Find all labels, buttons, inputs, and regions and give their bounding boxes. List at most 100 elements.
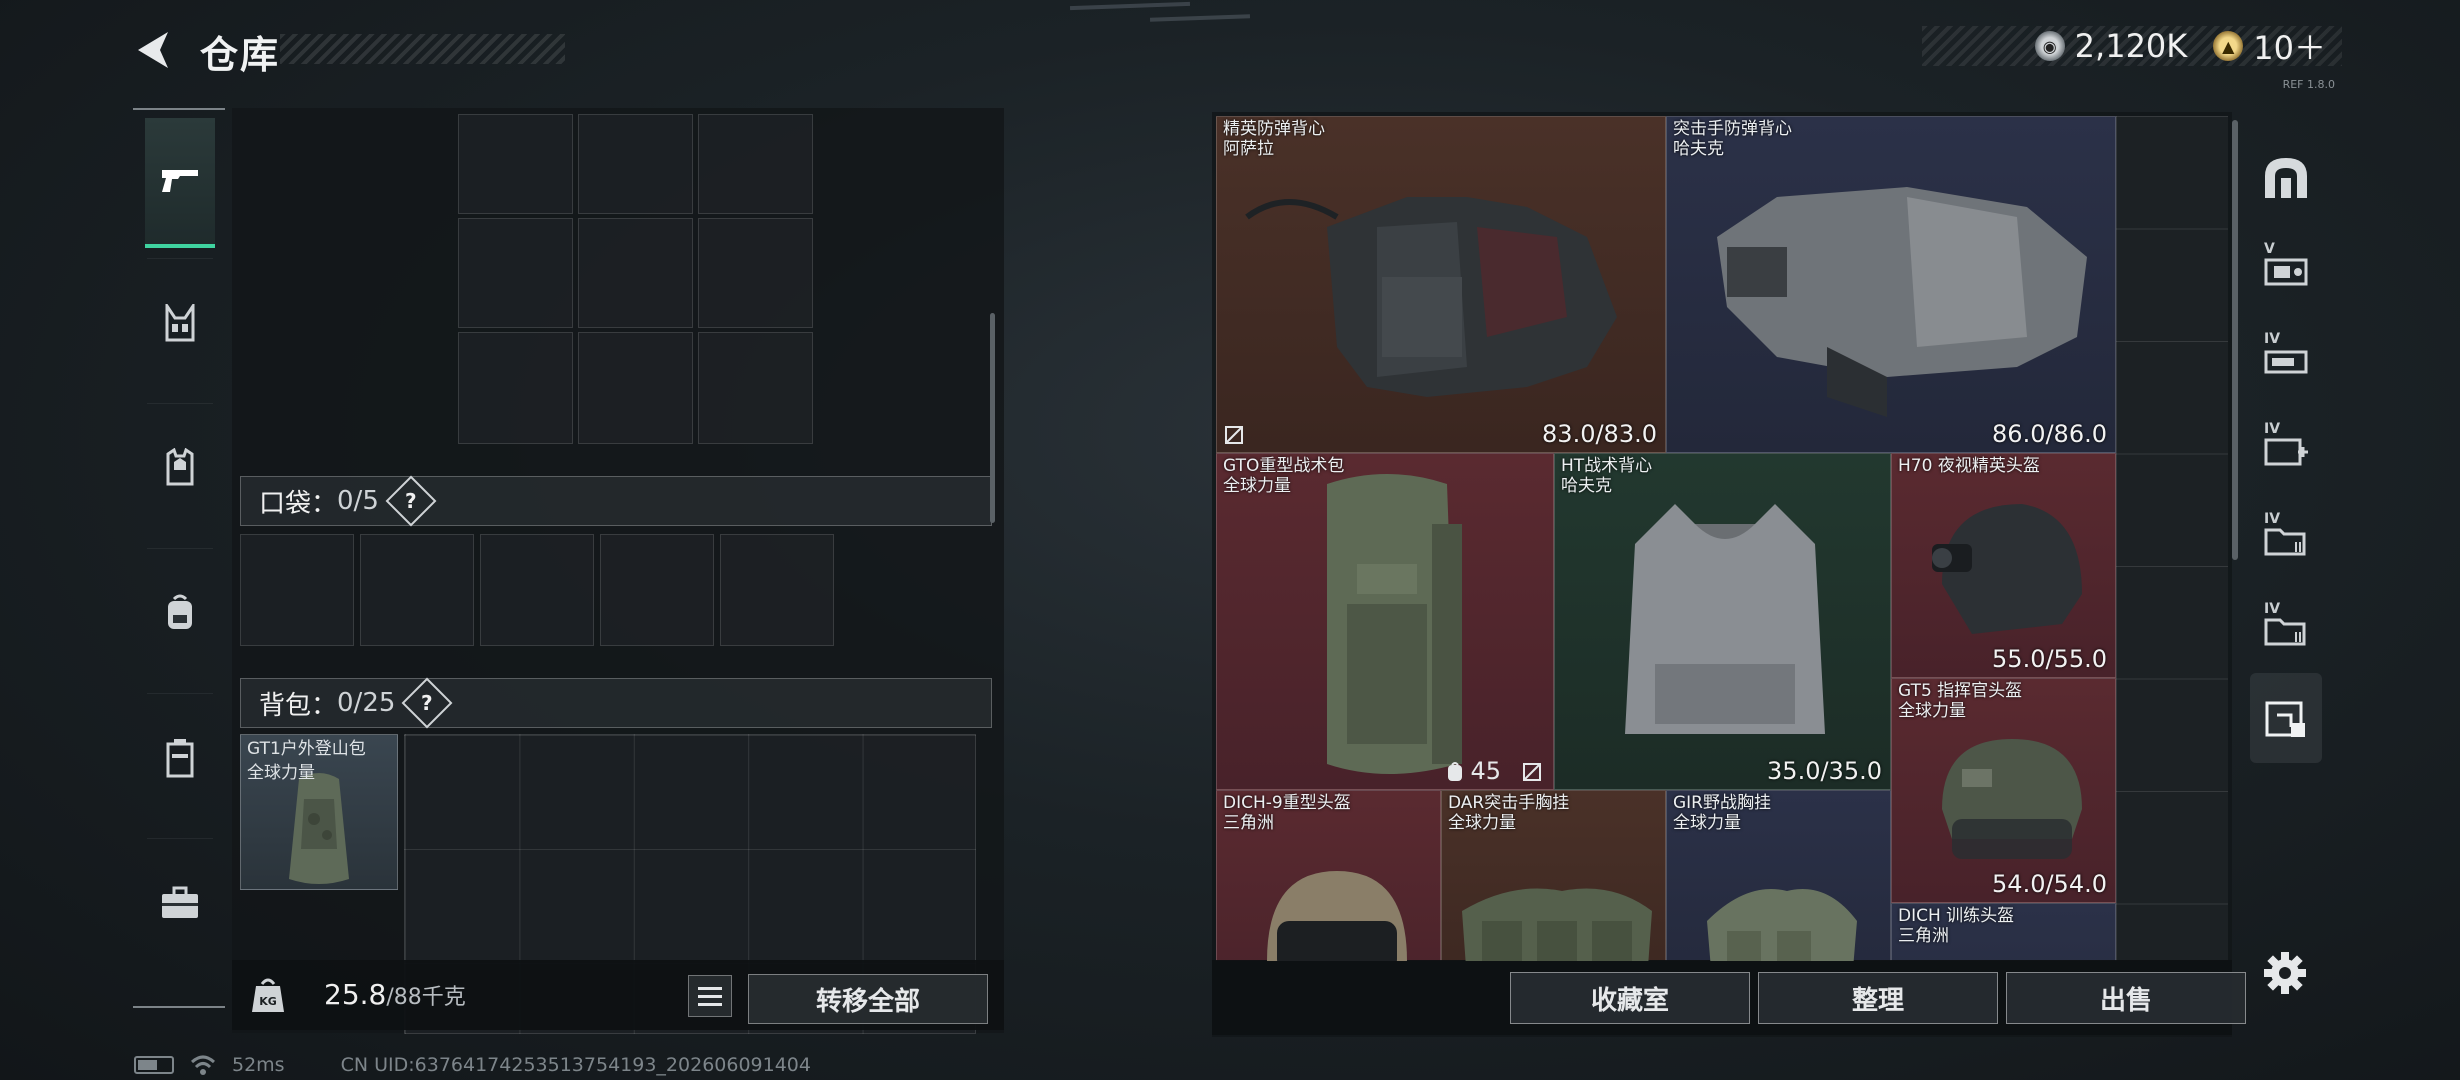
tab-stash-level-iv-c[interactable]: IV xyxy=(2250,493,2322,583)
version-tag: REF 1.8.0 xyxy=(2282,78,2335,91)
item-name: DICH-9重型头盔 三角洲 xyxy=(1223,793,1351,833)
item-durability: 35.0/35.0 xyxy=(1767,757,1882,785)
title-decoration xyxy=(280,34,565,64)
container-slot[interactable] xyxy=(578,218,693,328)
stash-item-dich-training-helmet[interactable]: DICH 训练头盔 三角洲 xyxy=(1891,903,2116,961)
container-slot[interactable] xyxy=(698,114,813,214)
collection-room-button[interactable]: 收藏室 xyxy=(1510,972,1750,1024)
settings-button[interactable] xyxy=(2262,950,2308,996)
item-durability: 83.0/83.0 xyxy=(1542,420,1657,448)
dich-training-helmet-image xyxy=(1932,944,2092,961)
item-durability: 86.0/86.0 xyxy=(1992,420,2107,448)
tab-stash-level-iv-d[interactable]: IV xyxy=(2250,583,2322,673)
tab-stash-level-iv-b[interactable]: IV xyxy=(2250,403,2322,493)
pocket-slot[interactable] xyxy=(480,534,594,646)
helmet-category-icon xyxy=(2265,158,2307,198)
backpack-help-button[interactable]: ? xyxy=(401,677,453,729)
stash-item-ht-vest[interactable]: HT战术背心 哈夫克 35.0/35.0 xyxy=(1554,453,1891,790)
container-slot[interactable] xyxy=(698,332,813,444)
back-button[interactable] xyxy=(130,26,178,74)
currency-bar: ◉ 2,120K ▲ 10＋ xyxy=(1922,23,2342,69)
wifi-icon xyxy=(190,1055,216,1075)
weight-value: 25.8 xyxy=(324,978,387,1011)
page-title: 仓库 xyxy=(200,33,281,77)
weight-readout: 25.8/88千克 xyxy=(324,978,466,1011)
pocket-slot[interactable] xyxy=(360,534,474,646)
backpack-image xyxy=(289,773,349,884)
left-scrollbar[interactable] xyxy=(990,313,995,523)
svg-text:KG: KG xyxy=(259,995,277,1008)
tab-level-label: IV xyxy=(2264,601,2281,617)
right-footer: 收藏室 整理 出售 xyxy=(1212,960,2246,1035)
container-slot[interactable] xyxy=(578,332,693,444)
left-footer: KG 25.8/88千克 转移全部 xyxy=(232,960,1004,1030)
item-durability: 55.0/55.0 xyxy=(1992,645,2107,673)
pockets-header: 口袋： 0/5 ? xyxy=(240,475,992,527)
list-view-button[interactable] xyxy=(688,975,732,1017)
tab-stash-grid-select[interactable] xyxy=(2250,673,2322,763)
tab-cases[interactable] xyxy=(145,693,215,823)
gear-icon xyxy=(2264,952,2306,994)
stash-panel: 精英防弹背心 阿萨拉 83.0/83.0 突击手防弹背心 哈夫克 86.0/86… xyxy=(1212,112,2238,1037)
tab-level-label: IV xyxy=(2264,421,2281,437)
stash-item-gto-backpack[interactable]: GTO重型战术包 全球力量 45 xyxy=(1216,453,1554,790)
help-icon: ? xyxy=(405,488,417,513)
assault-vest-image xyxy=(1717,187,2087,417)
container-slot[interactable] xyxy=(458,218,573,328)
dich9-helmet-image xyxy=(1267,871,1407,961)
stash-item-dich9-helmet[interactable]: DICH-9重型头盔 三角洲 xyxy=(1216,790,1441,961)
container-slot[interactable] xyxy=(578,114,693,214)
tab-stash-all[interactable] xyxy=(2250,133,2322,223)
stash-item-dar-chest-rig[interactable]: DAR突击手胸挂 全球力量 xyxy=(1441,790,1666,961)
stash-category-tabs: V IV IV IV IV xyxy=(2240,108,2332,908)
item-name: 突击手防弹背心 哈夫克 xyxy=(1673,119,1792,159)
stash-scrollbar[interactable] xyxy=(2232,120,2238,560)
pocket-slot[interactable] xyxy=(720,534,834,646)
silver-coin-icon: ◉ xyxy=(2034,31,2065,61)
weight-capacity: /88千克 xyxy=(386,985,466,1010)
container-slot[interactable] xyxy=(458,114,573,214)
weight-icon: KG xyxy=(252,978,284,1012)
transfer-all-button[interactable]: 转移全部 xyxy=(748,974,988,1024)
stash-item-gir-chest-rig[interactable]: GIR野战胸挂 全球力量 xyxy=(1666,790,1891,961)
stash-item-h70-helmet[interactable]: H70 夜视精英头盔 55.0/55.0 xyxy=(1891,453,2116,678)
pockets-label: 口袋： xyxy=(259,488,338,519)
gold-currency-value[interactable]: 10＋ xyxy=(2253,23,2326,69)
container-slot[interactable] xyxy=(458,332,573,444)
tab-chest-rigs[interactable] xyxy=(145,258,215,388)
sell-button[interactable]: 出售 xyxy=(2006,972,2246,1024)
item-name: GIR野战胸挂 全球力量 xyxy=(1673,793,1771,833)
grid-select-icon xyxy=(2265,701,2305,737)
dar-chest-rig-image xyxy=(1462,888,1652,961)
backpack-icon xyxy=(168,594,192,629)
left-category-tabs xyxy=(133,108,225,1008)
pocket-slot[interactable] xyxy=(600,534,714,646)
backpack-label: 背包： xyxy=(259,690,338,721)
tab-stash-level-v[interactable]: V xyxy=(2250,223,2322,313)
item-name: 精英防弹背心 阿萨拉 xyxy=(1223,119,1325,159)
sort-button[interactable]: 整理 xyxy=(1758,972,1998,1024)
gt5-helmet-image xyxy=(1942,739,2082,859)
toolbox-icon xyxy=(162,886,198,918)
gold-coin-icon: ▲ xyxy=(2213,31,2244,61)
tab-stash-level-iv-a[interactable]: IV xyxy=(2250,313,2322,403)
pockets-count: 0/5 xyxy=(337,486,379,516)
item-name: DAR突击手胸挂 全球力量 xyxy=(1448,793,1570,833)
stash-grid: 精英防弹背心 阿萨拉 83.0/83.0 突击手防弹背心 哈夫克 86.0/86… xyxy=(1216,116,2228,961)
container-slot[interactable] xyxy=(698,218,813,328)
stash-item-assault-vest[interactable]: 突击手防弹背心 哈夫克 86.0/86.0 xyxy=(1666,116,2116,453)
backpack-item-brand: 全球力量 xyxy=(247,763,315,783)
item-name: DICH 训练头盔 三角洲 xyxy=(1898,906,2015,946)
battery-icon xyxy=(134,1056,174,1074)
pistol-icon xyxy=(162,170,198,192)
pocket-slot[interactable] xyxy=(240,534,354,646)
tab-armor[interactable] xyxy=(145,403,215,533)
tab-toolboxes[interactable] xyxy=(145,838,215,968)
tab-backpacks[interactable] xyxy=(145,548,215,678)
tab-weapons[interactable] xyxy=(145,118,215,248)
pockets-help-button[interactable]: ? xyxy=(385,475,437,527)
stash-item-gt5-helmet[interactable]: GT5 指挥官头盔 全球力量 54.0/54.0 xyxy=(1891,678,2116,903)
stash-item-elite-vest[interactable]: 精英防弹背心 阿萨拉 83.0/83.0 xyxy=(1216,116,1666,453)
equipped-backpack[interactable]: GT1户外登山包 全球力量 xyxy=(240,734,398,890)
background-streak xyxy=(1069,1,1191,11)
